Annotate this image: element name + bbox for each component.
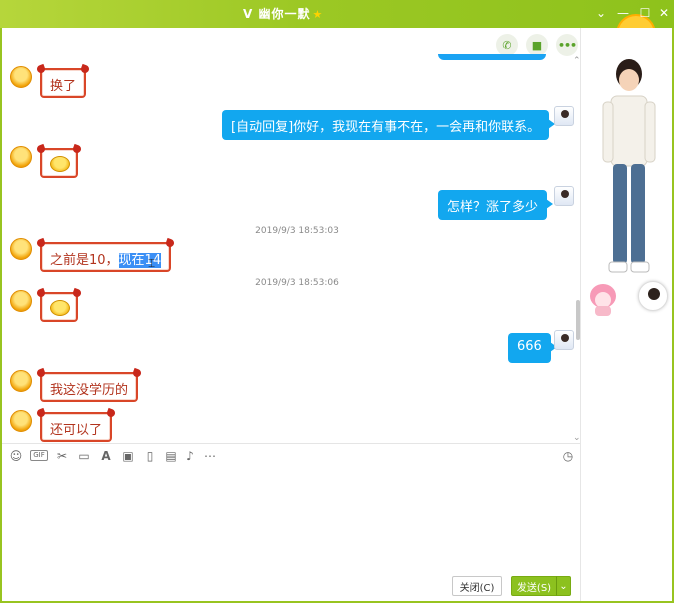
message-timestamp: 2019/9/3 18:53:03 xyxy=(255,226,339,236)
message-bubble-sent[interactable]: [自动回复]你好，我现在有事不在，一会再和你联系。 xyxy=(222,110,556,140)
chevron-down-icon: ⌄ xyxy=(559,580,568,592)
message-bubble-received[interactable] xyxy=(40,148,78,178)
message-input[interactable] xyxy=(2,467,580,571)
scroll-up-icon[interactable]: ⌃ xyxy=(573,56,580,66)
window-title-text: V 幽你一默 xyxy=(243,7,311,21)
chat-actions: ✆ ■ ••• xyxy=(496,34,578,56)
avatar-figure xyxy=(602,59,656,273)
pet-figure xyxy=(590,284,616,316)
folder-icon[interactable]: ▭ xyxy=(76,448,92,464)
chevron-down-icon[interactable]: ⌄ xyxy=(592,4,610,22)
more-icon[interactable]: ⋯ xyxy=(202,448,218,464)
more-icon: ••• xyxy=(557,38,577,52)
message-bubble-received[interactable]: 还可以了 xyxy=(40,412,113,442)
smile-emoji-icon xyxy=(50,156,70,172)
message-bubble-received[interactable] xyxy=(40,292,78,322)
gif-icon[interactable]: GIF xyxy=(30,450,48,461)
voice-call-button[interactable]: ✆ xyxy=(496,34,518,56)
contact-avatar[interactable] xyxy=(10,238,32,260)
window-title: V 幽你一默 ★ xyxy=(243,5,323,22)
resize-grip-icon[interactable]: ⌄ xyxy=(573,433,580,443)
message-bubble-sent[interactable]: 怎样？涨了多少 xyxy=(438,190,554,220)
partial-message-bubble xyxy=(438,54,546,60)
video-call-button[interactable]: ■ xyxy=(526,34,548,56)
message-text: 我这没学历的 xyxy=(50,383,129,398)
message-bubble-received[interactable]: 换了 xyxy=(40,68,87,98)
emoji-icon[interactable]: ☺ xyxy=(8,448,24,464)
send-button[interactable]: 发送(S) xyxy=(511,576,557,596)
message-text: [自动回复]你好，我现在有事不在，一会再和你联系。 xyxy=(231,120,541,135)
my-avatar[interactable] xyxy=(554,330,574,350)
screen-share-icon[interactable]: ▯ xyxy=(142,448,158,464)
minimize-icon[interactable]: — xyxy=(614,4,632,22)
contact-avatar-side[interactable] xyxy=(638,281,668,311)
file-icon[interactable]: ▤ xyxy=(163,448,179,464)
contact-avatar[interactable] xyxy=(10,410,32,432)
contact-avatar[interactable] xyxy=(10,66,32,88)
phone-icon: ✆ xyxy=(502,38,512,52)
contact-show-panel xyxy=(580,28,672,601)
font-icon[interactable]: A xyxy=(98,448,114,464)
grin-emoji-icon xyxy=(50,300,70,316)
image-icon[interactable]: ▣ xyxy=(120,448,136,464)
scissors-icon[interactable]: ✂ xyxy=(54,448,70,464)
send-options-button[interactable]: ⌄ xyxy=(556,576,571,596)
text-cursor-icon: ⌶ xyxy=(148,256,156,270)
message-text: 666 xyxy=(517,339,542,354)
message-text: 之前是10， xyxy=(50,253,119,268)
message-timestamp: 2019/9/3 18:53:06 xyxy=(255,278,339,288)
message-text: 还可以了 xyxy=(50,423,103,438)
star-icon: ★ xyxy=(312,8,324,21)
message-text: 换了 xyxy=(50,79,77,94)
music-icon[interactable]: ♪ xyxy=(182,448,198,464)
history-icon[interactable]: ◷ xyxy=(560,448,576,464)
input-toolbar: ☺ GIF ✂ ▭ A ▣ ▯ ▤ ♪ ⋯ ◷ xyxy=(2,443,580,467)
video-icon: ■ xyxy=(531,38,543,52)
close-icon[interactable]: ✕ xyxy=(655,4,673,22)
title-bar xyxy=(0,0,674,28)
more-actions-button[interactable]: ••• xyxy=(556,34,578,56)
my-avatar[interactable] xyxy=(554,106,574,126)
close-button[interactable]: 关闭(C) xyxy=(452,576,502,596)
message-bubble-received[interactable]: 我这没学历的 xyxy=(40,372,139,402)
message-text: 怎样？涨了多少 xyxy=(447,200,539,215)
message-bubble-sent[interactable]: 666 xyxy=(508,333,557,363)
maximize-icon[interactable]: ☐ xyxy=(636,4,654,22)
chat-history[interactable]: ✆ ■ ••• ⌃ 换了 [自动回复]你好，我现在有事不在，一会再和你联系。 怎… xyxy=(2,28,580,443)
contact-avatar[interactable] xyxy=(10,290,32,312)
contact-avatar[interactable] xyxy=(10,146,32,168)
contact-avatar[interactable] xyxy=(10,370,32,392)
my-avatar[interactable] xyxy=(554,186,574,206)
